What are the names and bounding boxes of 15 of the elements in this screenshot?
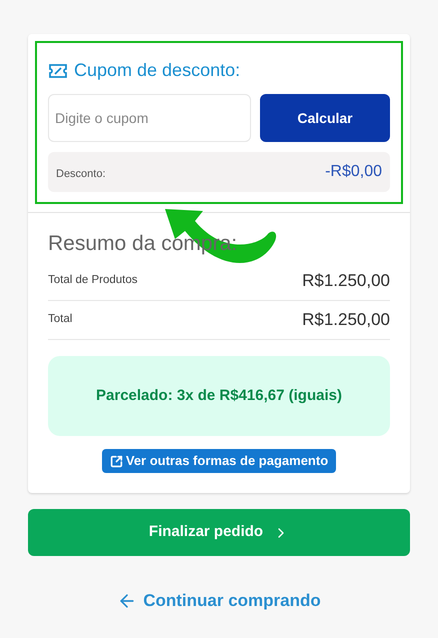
coupon-title: Cupom de desconto: xyxy=(74,59,240,82)
continue-shopping-link[interactable]: Continuar comprando xyxy=(117,588,321,614)
finish-order-button[interactable]: Finalizar pedido xyxy=(28,509,410,556)
summary-value: R$1.250,00 xyxy=(302,309,390,332)
coupon-input[interactable]: Digite o cupom xyxy=(48,94,251,142)
installments-text: Parcelado: 3x de R$416,67 (iguais) xyxy=(96,386,342,406)
summary-label: Total xyxy=(48,312,72,328)
external-link-icon xyxy=(110,454,123,468)
summary-label: Total de Produtos xyxy=(48,273,138,288)
ticket-icon xyxy=(48,62,68,78)
discount-value: -R$0,00 xyxy=(325,162,382,182)
calculate-button[interactable]: Calcular xyxy=(260,94,390,142)
discount-label: Desconto: xyxy=(56,166,106,182)
summary-value: R$1.250,00 xyxy=(302,270,390,292)
payment-methods-link[interactable]: Ver outras formas de pagamento xyxy=(102,449,336,473)
